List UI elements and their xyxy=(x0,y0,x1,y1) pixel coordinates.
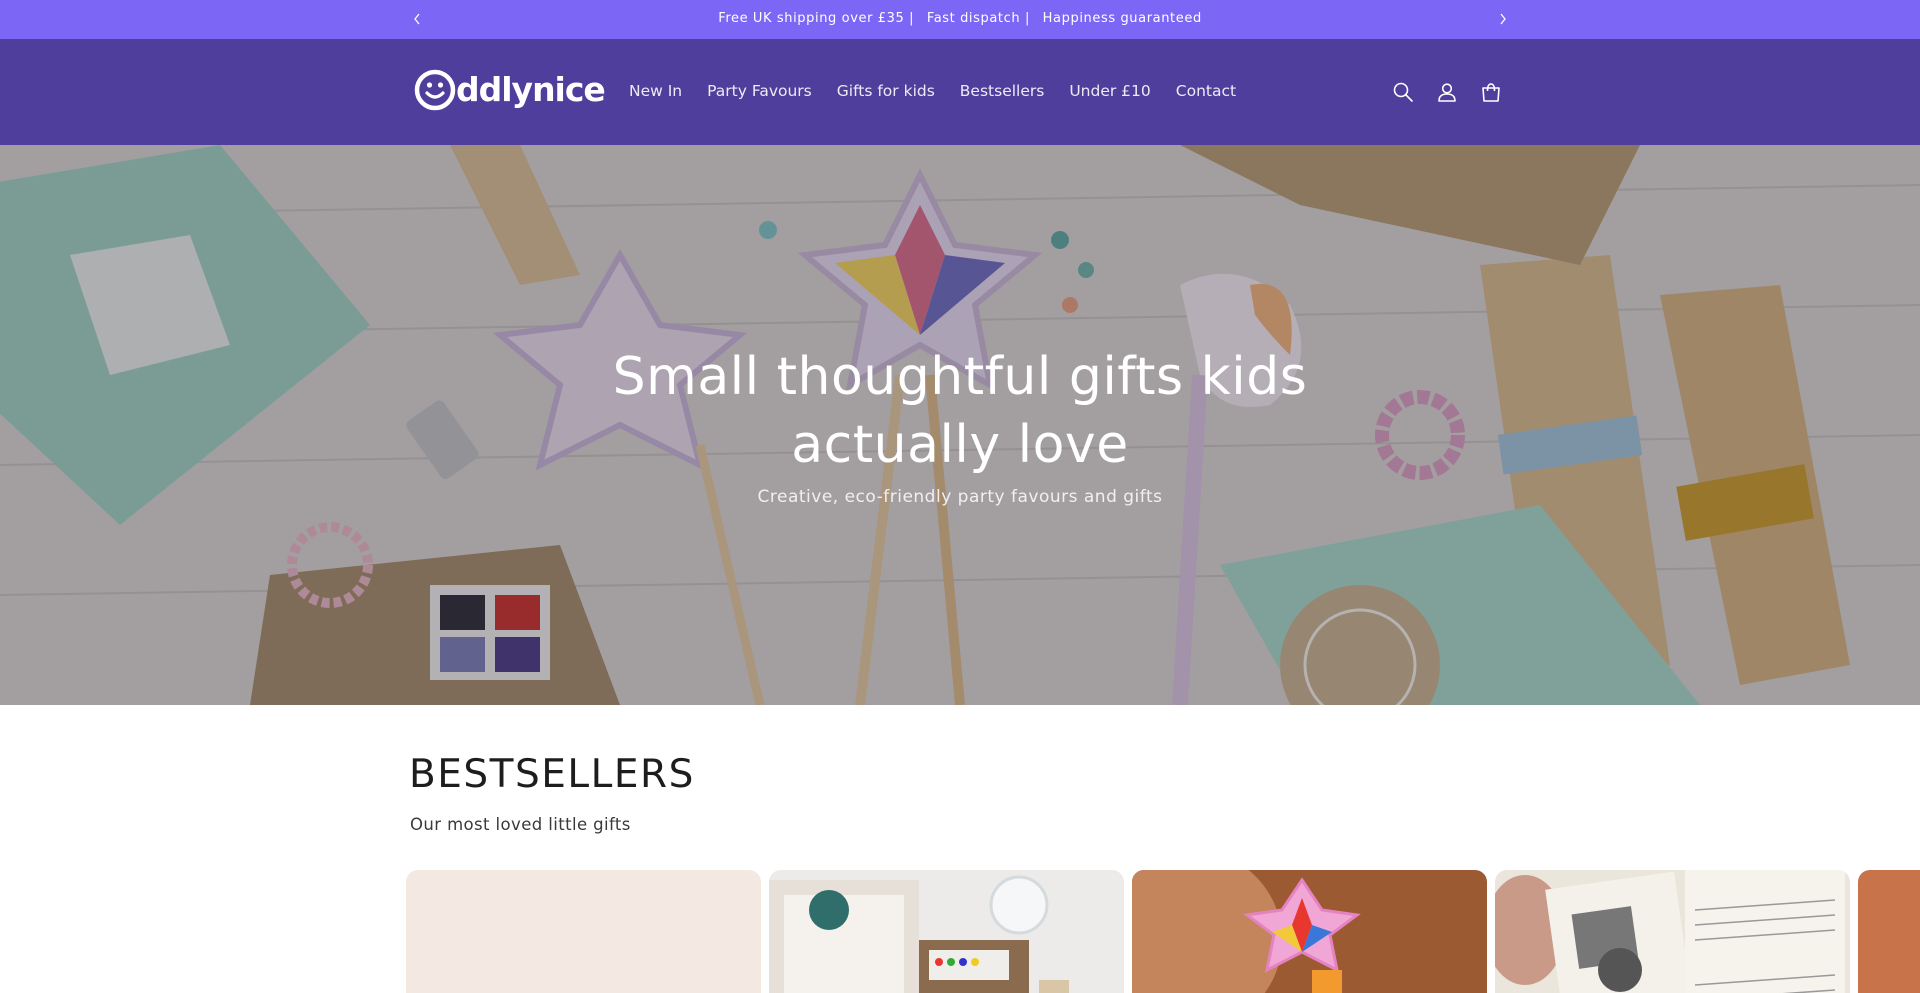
chevron-right-icon xyxy=(1500,13,1506,25)
bestsellers-subtitle: Our most loved little gifts xyxy=(410,815,631,834)
hero-title-line-1: Small thoughtful gifts kids xyxy=(612,347,1308,407)
smiley-logo-icon xyxy=(414,69,456,111)
account-icon xyxy=(1438,83,1456,102)
hero-subtitle: Creative, eco-friendly party favours and… xyxy=(757,487,1163,507)
announcement-bar: Free UK shipping over £35 | Fast dispatc… xyxy=(0,0,1920,39)
product-card[interactable] xyxy=(406,870,761,993)
nav-contact[interactable]: Contact xyxy=(1176,82,1236,100)
hero-banner: Small thoughtful gifts kids actually lov… xyxy=(0,145,1920,705)
site-logo[interactable]: ddlynice xyxy=(414,69,606,111)
header-icons xyxy=(1390,79,1522,105)
product-image xyxy=(1858,870,1920,993)
search-icon xyxy=(1393,82,1413,102)
product-card[interactable] xyxy=(1495,870,1850,993)
account-button[interactable] xyxy=(1434,79,1460,105)
nav-party-favours[interactable]: Party Favours xyxy=(707,82,812,100)
bestsellers-title: BESTSELLERS xyxy=(409,752,695,797)
announcement-text: Free UK shipping over £35 | Fast dispatc… xyxy=(0,11,1920,26)
nav-bestsellers[interactable]: Bestsellers xyxy=(960,82,1045,100)
cart-icon xyxy=(1482,83,1500,102)
nav-under-10[interactable]: Under £10 xyxy=(1069,82,1150,100)
hero-title-line-2: actually love xyxy=(791,415,1129,475)
cart-button[interactable] xyxy=(1478,79,1504,105)
main-nav: New In Party Favours Gifts for kids Best… xyxy=(629,82,1261,100)
site-header: ddlynice New In Party Favours Gifts for … xyxy=(0,39,1920,145)
bestsellers-carousel xyxy=(406,870,1920,993)
product-image xyxy=(1495,870,1850,993)
announcement-item: Happiness guaranteed xyxy=(1042,11,1202,26)
announcement-next-button[interactable] xyxy=(1493,8,1513,30)
product-image xyxy=(406,870,761,993)
product-card[interactable] xyxy=(769,870,1124,993)
product-card[interactable] xyxy=(1858,870,1920,993)
announcement-item: Free UK shipping over £35 | xyxy=(718,11,915,26)
hero-title: Small thoughtful gifts kids actually lov… xyxy=(560,343,1360,479)
product-image xyxy=(1132,870,1487,993)
product-image xyxy=(769,870,1124,993)
nav-gifts-for-kids[interactable]: Gifts for kids xyxy=(837,82,935,100)
search-button[interactable] xyxy=(1390,79,1416,105)
announcement-item: Fast dispatch | xyxy=(926,11,1030,26)
nav-new-in[interactable]: New In xyxy=(629,82,682,100)
logo-wordmark: ddlynice xyxy=(456,70,606,109)
product-card[interactable] xyxy=(1132,870,1487,993)
